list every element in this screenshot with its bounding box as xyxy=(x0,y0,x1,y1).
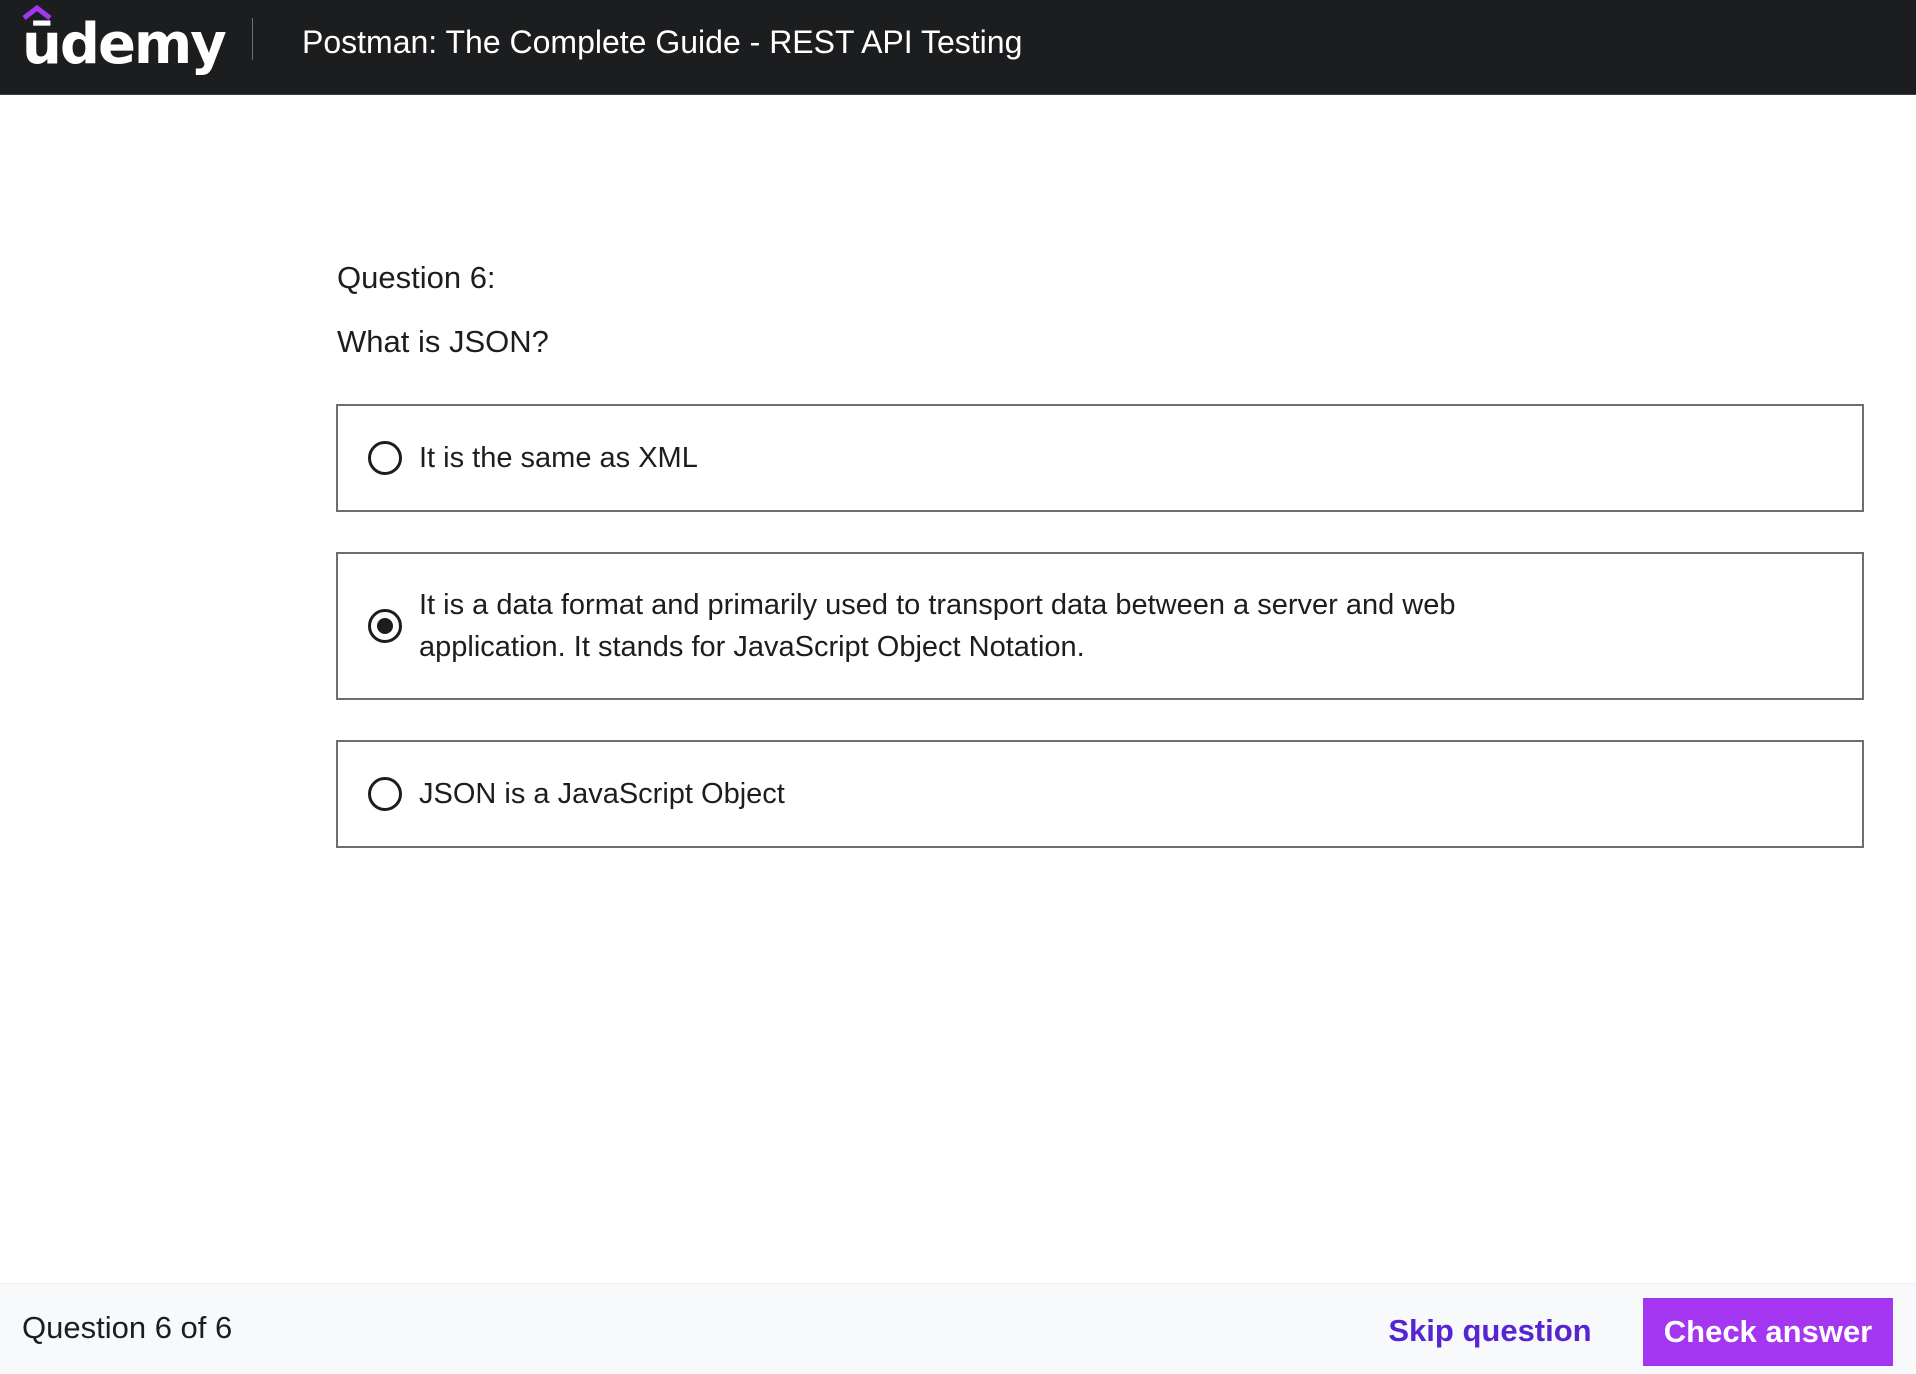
answer-option-label: It is the same as XML xyxy=(419,442,698,474)
question-number-label: Question 6: xyxy=(337,260,496,295)
radio-button[interactable] xyxy=(368,777,402,811)
answer-option-1[interactable]: It is the same as XML xyxy=(336,404,1864,512)
radio-button[interactable] xyxy=(368,441,402,475)
question-progress: Question 6 of 6 xyxy=(22,1310,233,1345)
answer-option-label: It is a data format and primarily used t… xyxy=(419,589,1456,663)
header-divider xyxy=(252,18,253,60)
top-bar: ūdemy Postman: The Complete Guide - REST… xyxy=(0,0,1916,95)
answer-option-2[interactable]: It is a data format and primarily used t… xyxy=(336,552,1864,700)
udemy-logo[interactable]: ūdemy xyxy=(22,4,227,84)
quiz-footer: Question 6 of 6 Skip question Check answ… xyxy=(0,1283,1916,1374)
logo-text: ūdemy xyxy=(22,12,227,77)
check-answer-button[interactable]: Check answer xyxy=(1643,1298,1893,1366)
answer-option-3[interactable]: JSON is a JavaScript Object xyxy=(336,740,1864,848)
skip-question-button[interactable]: Skip question xyxy=(1380,1298,1600,1364)
answer-option-label: JSON is a JavaScript Object xyxy=(419,778,785,810)
course-title[interactable]: Postman: The Complete Guide - REST API T… xyxy=(302,22,1022,62)
question-prompt: What is JSON? xyxy=(337,324,549,359)
radio-button-selected[interactable] xyxy=(368,609,402,643)
